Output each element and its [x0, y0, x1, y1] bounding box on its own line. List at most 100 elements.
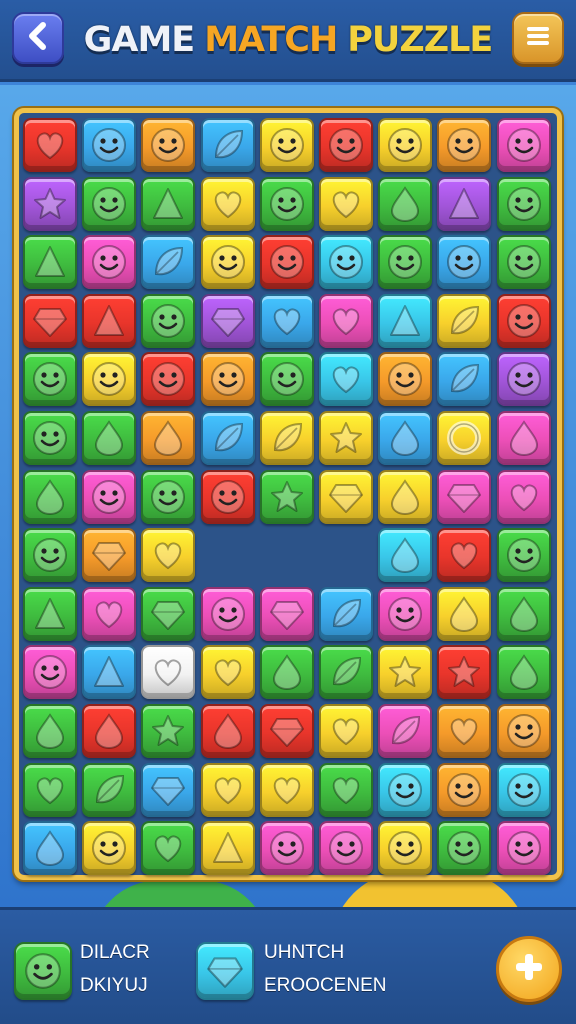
- tile-green-face[interactable]: [378, 235, 433, 290]
- tile-yellow-heart[interactable]: [259, 762, 314, 817]
- tile-green-triangle[interactable]: [23, 586, 77, 641]
- tile-orange-face[interactable]: [496, 704, 551, 758]
- tile-green-leaf[interactable]: [82, 762, 137, 817]
- tile-blue-leaf[interactable]: [200, 411, 255, 465]
- tile-red-heart[interactable]: [437, 528, 492, 583]
- tile-blue-leaf[interactable]: [319, 586, 373, 641]
- tile-pink-face[interactable]: [378, 586, 433, 641]
- tile-yellow-face[interactable]: [82, 821, 137, 876]
- tile-red-drop[interactable]: [82, 704, 137, 758]
- powerup-button-gem[interactable]: [196, 942, 254, 1000]
- tile-yellow-face[interactable]: [378, 118, 433, 172]
- tile-yellow-drop[interactable]: [437, 586, 492, 641]
- tile-red-heart[interactable]: [23, 118, 77, 172]
- tile-green-heart[interactable]: [141, 821, 196, 876]
- tile-pink-face[interactable]: [200, 586, 255, 641]
- tile-red-star[interactable]: [437, 645, 492, 700]
- tile-pink-face[interactable]: [82, 469, 137, 524]
- tile-orange-face[interactable]: [200, 352, 255, 407]
- tile-red-face[interactable]: [496, 293, 551, 348]
- tile-pink-leaf[interactable]: [378, 704, 433, 758]
- tile-orange-face[interactable]: [437, 118, 492, 172]
- tile-pink-face[interactable]: [319, 821, 373, 876]
- tile-orange-heart[interactable]: [437, 704, 492, 758]
- tile-blue-heart[interactable]: [259, 293, 314, 348]
- tile-green-drop[interactable]: [23, 469, 77, 524]
- tile-green-star[interactable]: [141, 704, 196, 758]
- tile-pink-face[interactable]: [259, 821, 314, 876]
- tile-purple-face[interactable]: [496, 352, 551, 407]
- tile-yellow-star[interactable]: [319, 411, 373, 465]
- tile-cyan-face[interactable]: [496, 762, 551, 817]
- tile-red-face[interactable]: [259, 235, 314, 290]
- tile-green-face[interactable]: [259, 352, 314, 407]
- tile-green-drop[interactable]: [82, 411, 137, 465]
- tile-yellow-triangle[interactable]: [200, 821, 255, 876]
- tile-green-gem[interactable]: [141, 586, 196, 641]
- tile-red-face[interactable]: [319, 118, 373, 172]
- tile-yellow-leaf[interactable]: [259, 411, 314, 465]
- tile-green-heart[interactable]: [23, 762, 77, 817]
- tile-yellow-face[interactable]: [378, 821, 433, 876]
- tile-blue-drop[interactable]: [23, 821, 77, 876]
- tile-orange-face[interactable]: [437, 762, 492, 817]
- tile-blue-face[interactable]: [82, 118, 137, 172]
- tile-yellow-heart[interactable]: [200, 762, 255, 817]
- tile-pink-heart[interactable]: [496, 469, 551, 524]
- tile-red-face[interactable]: [141, 352, 196, 407]
- tile-green-drop[interactable]: [23, 704, 77, 758]
- tile-green-face[interactable]: [437, 821, 492, 876]
- tile-pink-drop[interactable]: [496, 411, 551, 465]
- tile-yellow-star[interactable]: [378, 645, 433, 700]
- tile-red-drop[interactable]: [200, 704, 255, 758]
- tile-green-drop[interactable]: [496, 645, 551, 700]
- back-button[interactable]: [12, 12, 64, 64]
- tile-green-face[interactable]: [23, 528, 77, 583]
- tile-pink-heart[interactable]: [82, 586, 137, 641]
- tile-blue-leaf[interactable]: [141, 235, 196, 290]
- tile-green-face[interactable]: [23, 352, 77, 407]
- tile-orange-gem[interactable]: [82, 528, 137, 583]
- tile-yellow-heart[interactable]: [200, 176, 255, 231]
- tile-yellow-heart[interactable]: [141, 528, 196, 583]
- tile-green-face[interactable]: [496, 235, 551, 290]
- tile-orange-drop[interactable]: [141, 411, 196, 465]
- tile-cyan-triangle[interactable]: [378, 293, 433, 348]
- tile-yellow-heart[interactable]: [200, 645, 255, 700]
- tile-white-heart[interactable]: [141, 645, 196, 700]
- tile-green-drop[interactable]: [259, 645, 314, 700]
- tile-purple-star[interactable]: [23, 176, 77, 231]
- tile-pink-gem[interactable]: [437, 469, 492, 524]
- tile-yellow-drop[interactable]: [378, 469, 433, 524]
- tile-green-drop[interactable]: [378, 176, 433, 231]
- tile-cyan-face[interactable]: [378, 762, 433, 817]
- tile-green-heart[interactable]: [319, 762, 373, 817]
- powerup-button-smiley[interactable]: [14, 942, 72, 1000]
- tile-green-face[interactable]: [259, 176, 314, 231]
- tile-blue-face[interactable]: [437, 235, 492, 290]
- tile-pink-face[interactable]: [82, 235, 137, 290]
- tile-yellow-face[interactable]: [82, 352, 137, 407]
- tile-blue-drop[interactable]: [378, 411, 433, 465]
- tile-red-gem[interactable]: [259, 704, 314, 758]
- tile-green-face[interactable]: [141, 293, 196, 348]
- tile-green-leaf[interactable]: [319, 645, 373, 700]
- tile-green-face[interactable]: [496, 176, 551, 231]
- tile-green-star[interactable]: [259, 469, 314, 524]
- tile-cyan-face[interactable]: [319, 235, 373, 290]
- tile-pink-gem[interactable]: [259, 586, 314, 641]
- tile-green-face[interactable]: [82, 176, 137, 231]
- tile-green-triangle[interactable]: [23, 235, 77, 290]
- tile-blue-leaf[interactable]: [437, 352, 492, 407]
- tile-blue-gem[interactable]: [141, 762, 196, 817]
- tile-yellow-gem[interactable]: [319, 469, 373, 524]
- tile-yellow-circle[interactable]: [437, 411, 492, 465]
- add-button[interactable]: [496, 936, 562, 1002]
- tile-blue-triangle[interactable]: [82, 645, 137, 700]
- tile-green-triangle[interactable]: [141, 176, 196, 231]
- tile-red-face[interactable]: [200, 469, 255, 524]
- tile-yellow-face[interactable]: [259, 118, 314, 172]
- tile-pink-face[interactable]: [23, 645, 77, 700]
- tile-pink-face[interactable]: [496, 118, 551, 172]
- tile-yellow-leaf[interactable]: [437, 293, 492, 348]
